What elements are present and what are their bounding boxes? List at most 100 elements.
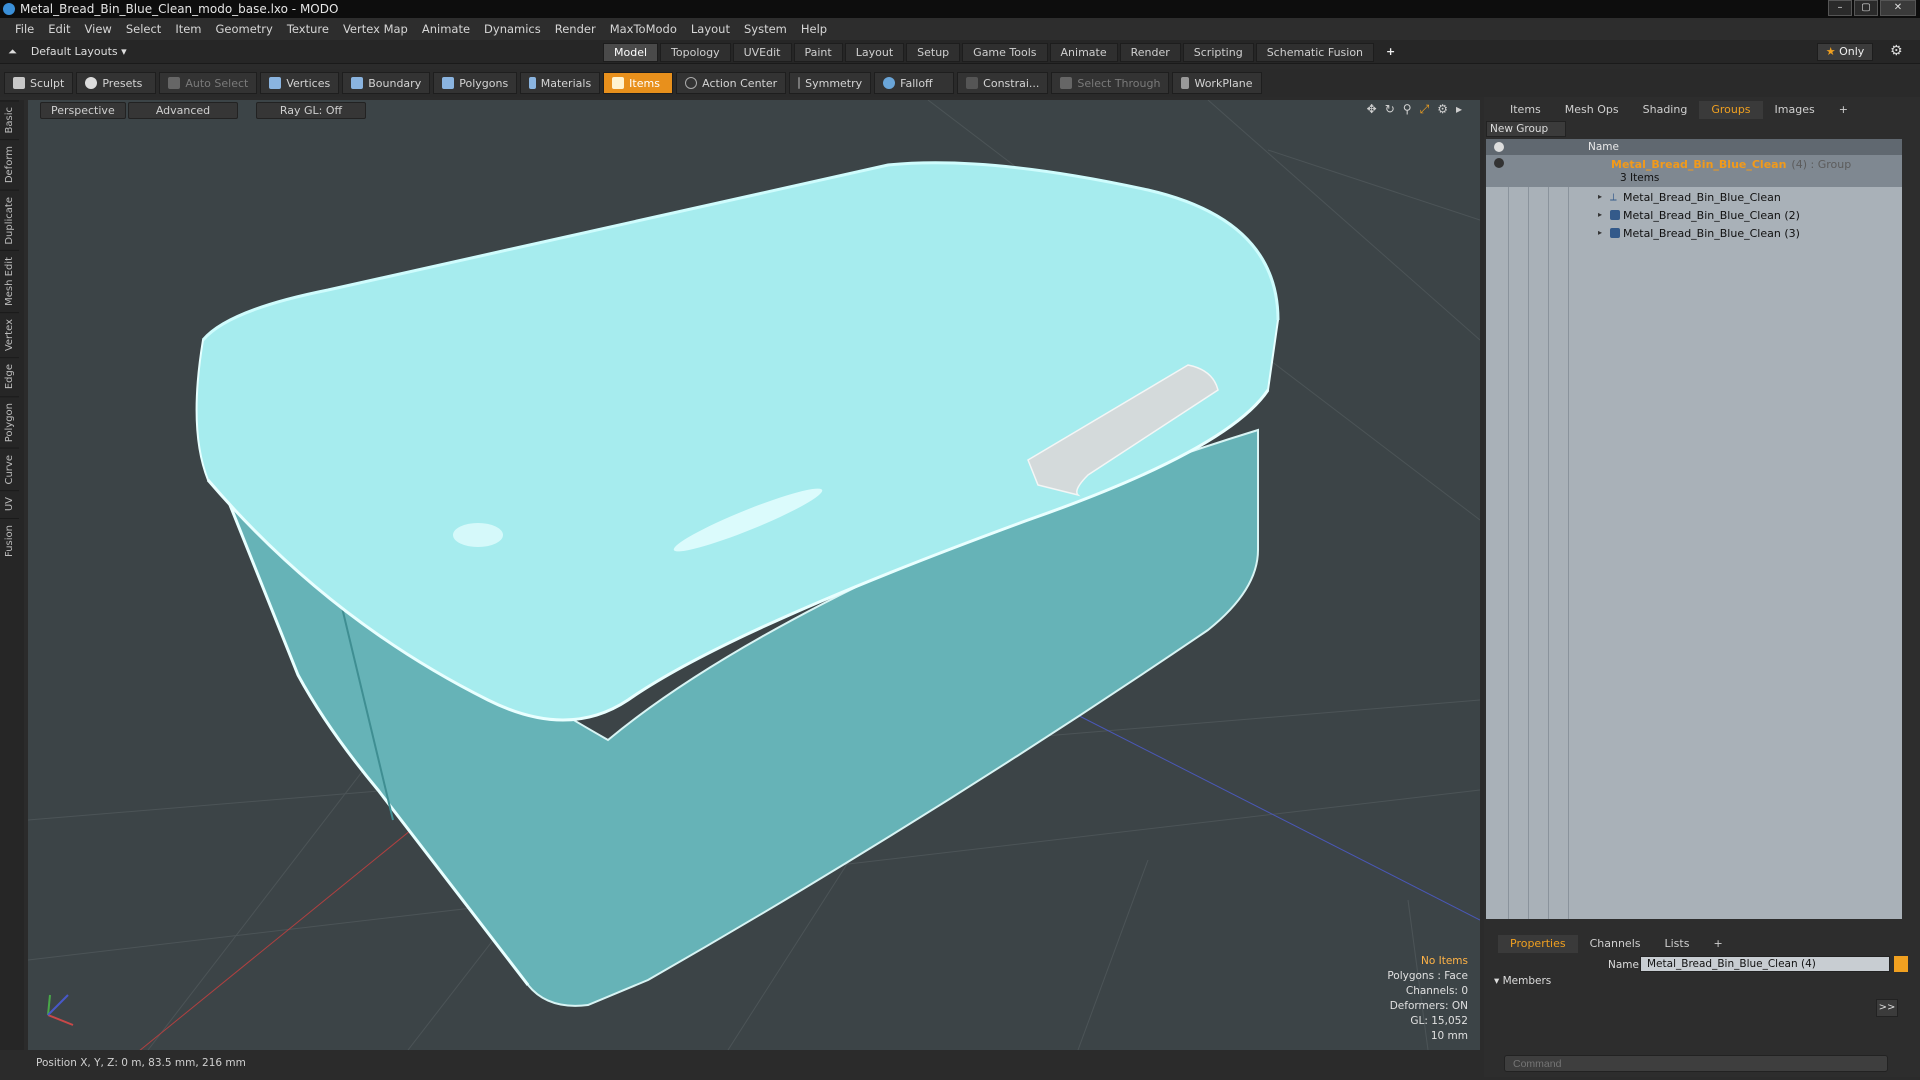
shading-dropdown[interactable]: Advanced — [128, 102, 238, 119]
rotate-view-icon[interactable]: ↻ — [1385, 102, 1395, 117]
constrain-button[interactable]: Constrai... — [957, 72, 1049, 94]
group-name-field[interactable]: Metal_Bread_Bin_Blue_Clean (4) — [1640, 956, 1890, 972]
tab-topology[interactable]: Topology — [660, 43, 731, 62]
tab-scripting[interactable]: Scripting — [1182, 43, 1254, 62]
fit-view-icon[interactable]: ⤢ — [1420, 102, 1430, 117]
workplane-button[interactable]: WorkPlane — [1172, 72, 1262, 94]
deformers-info: Deformers: ON — [1389, 1000, 1468, 1012]
tab-shading[interactable]: Shading — [1631, 101, 1700, 119]
menu-dynamics[interactable]: Dynamics — [477, 22, 548, 36]
zoom-view-icon[interactable]: ⚲ — [1403, 102, 1412, 117]
raygl-toggle[interactable]: Ray GL: Off — [256, 102, 366, 119]
list-item[interactable]: ▸ ⟂ Metal_Bread_Bin_Blue_Clean — [1486, 189, 1902, 207]
menu-file[interactable]: File — [8, 22, 41, 36]
expand-arrow-icon[interactable]: ▸ — [1598, 192, 1602, 201]
list-item[interactable]: ▸ Metal_Bread_Bin_Blue_Clean (2) — [1486, 207, 1902, 225]
command-input[interactable] — [1504, 1055, 1888, 1072]
symmetry-button[interactable]: Symmetry — [789, 72, 872, 94]
add-panel-tab-icon[interactable]: + — [1827, 101, 1860, 119]
3d-viewport[interactable]: Perspective Advanced Ray GL: Off ✥ ↻ ⚲ ⤢… — [28, 100, 1480, 1050]
move-view-icon[interactable]: ✥ — [1367, 102, 1377, 117]
polygons-button[interactable]: Polygons — [433, 72, 518, 94]
menu-help[interactable]: Help — [794, 22, 834, 36]
mesh-icon — [1610, 210, 1620, 220]
boundary-button[interactable]: Boundary — [342, 72, 431, 94]
new-group-button[interactable]: New Group — [1486, 121, 1566, 137]
vertices-button[interactable]: Vertices — [260, 72, 340, 94]
add-tab-icon[interactable]: + — [1376, 43, 1405, 62]
menu-item[interactable]: Item — [168, 22, 208, 36]
menu-system[interactable]: System — [737, 22, 794, 36]
tab-layout[interactable]: Layout — [844, 43, 905, 62]
left-tab-edge[interactable]: Edge — [0, 357, 19, 396]
tab-schematic-fusion[interactable]: Schematic Fusion — [1255, 43, 1375, 62]
gear-icon[interactable]: ⚙ — [1890, 43, 1903, 59]
menu-layout[interactable]: Layout — [684, 22, 737, 36]
left-tab-curve[interactable]: Curve — [0, 447, 19, 491]
expand-arrow-icon[interactable]: ▸ — [1598, 210, 1602, 219]
tab-mesh-ops[interactable]: Mesh Ops — [1553, 101, 1631, 119]
members-add-button[interactable]: >> — [1876, 999, 1898, 1017]
minimize-button[interactable]: – — [1828, 0, 1852, 16]
tab-render[interactable]: Render — [1119, 43, 1181, 62]
viewport-settings-icon[interactable]: ⚙ — [1437, 102, 1448, 117]
falloff-button[interactable]: Falloff — [874, 72, 955, 94]
add-prop-tab-icon[interactable]: + — [1701, 935, 1734, 953]
tab-uvedit[interactable]: UVEdit — [732, 43, 792, 62]
tab-images[interactable]: Images — [1763, 101, 1827, 119]
select-through-button[interactable]: Select Through — [1051, 72, 1170, 94]
symmetry-label: Symmetry — [805, 76, 863, 90]
menu-render[interactable]: Render — [548, 22, 603, 36]
left-tab-polygon[interactable]: Polygon — [0, 395, 19, 448]
left-tab-duplicate[interactable]: Duplicate — [0, 189, 19, 251]
only-button[interactable]: ★ Only — [1817, 43, 1873, 61]
tab-setup[interactable]: Setup — [906, 43, 961, 62]
materials-icon — [529, 77, 536, 89]
sculpt-button[interactable]: Sculpt — [4, 72, 74, 94]
brush-icon — [13, 77, 25, 89]
tab-properties[interactable]: Properties — [1498, 935, 1578, 953]
menu-maxtomodo[interactable]: MaxToModo — [603, 22, 684, 36]
menu-edit[interactable]: Edit — [41, 22, 77, 36]
falloff-icon — [883, 77, 896, 89]
action-center-button[interactable]: Action Center — [676, 72, 787, 94]
left-tab-deform[interactable]: Deform — [0, 139, 19, 190]
left-tab-fusion[interactable]: Fusion — [0, 517, 19, 563]
tab-groups[interactable]: Groups — [1699, 101, 1763, 119]
tab-animate[interactable]: Animate — [1049, 43, 1118, 62]
tab-game-tools[interactable]: Game Tools — [962, 43, 1048, 62]
view-mode-dropdown[interactable]: Perspective — [40, 102, 126, 119]
menu-select[interactable]: Select — [119, 22, 168, 36]
group-row[interactable]: Metal_Bread_Bin_Blue_Clean (4) : Group 3 … — [1486, 155, 1902, 187]
name-color-swatch[interactable] — [1894, 956, 1908, 972]
items-button[interactable]: Items — [603, 72, 674, 94]
close-button[interactable]: ✕ — [1880, 0, 1916, 16]
viewport-expand-icon[interactable]: ▸ — [1456, 102, 1462, 117]
tab-items[interactable]: Items — [1498, 101, 1553, 119]
menu-vertex-map[interactable]: Vertex Map — [336, 22, 415, 36]
layout-selector[interactable]: ⏶ Default Layouts ▾ — [8, 45, 127, 59]
list-item[interactable]: ▸ Metal_Bread_Bin_Blue_Clean (3) — [1486, 225, 1902, 243]
left-tab-uv[interactable]: UV — [0, 490, 19, 518]
expand-arrow-icon[interactable]: ▸ — [1598, 228, 1602, 237]
tool-bar: Sculpt Presets Auto Select Vertices Boun… — [0, 69, 1920, 97]
maximize-button[interactable]: ▢ — [1854, 0, 1878, 16]
menu-view[interactable]: View — [78, 22, 119, 36]
tab-paint[interactable]: Paint — [793, 43, 843, 62]
visibility-column-icon[interactable] — [1494, 142, 1504, 152]
tab-model[interactable]: Model — [603, 43, 659, 62]
name-column-header[interactable]: Name — [1588, 141, 1619, 153]
tab-channels[interactable]: Channels — [1578, 935, 1653, 953]
members-section[interactable]: ▾ Members — [1494, 975, 1551, 987]
menu-animate[interactable]: Animate — [415, 22, 477, 36]
materials-button[interactable]: Materials — [520, 72, 601, 94]
eye-icon[interactable] — [1494, 158, 1504, 168]
menu-texture[interactable]: Texture — [280, 22, 336, 36]
auto-select-button[interactable]: Auto Select — [159, 72, 258, 94]
tab-lists[interactable]: Lists — [1653, 935, 1702, 953]
left-tab-basic[interactable]: Basic — [0, 100, 19, 140]
presets-button[interactable]: Presets — [76, 72, 157, 94]
left-tab-mesh-edit[interactable]: Mesh Edit — [0, 250, 19, 313]
left-tab-vertex[interactable]: Vertex — [0, 312, 19, 358]
menu-geometry[interactable]: Geometry — [209, 22, 280, 36]
